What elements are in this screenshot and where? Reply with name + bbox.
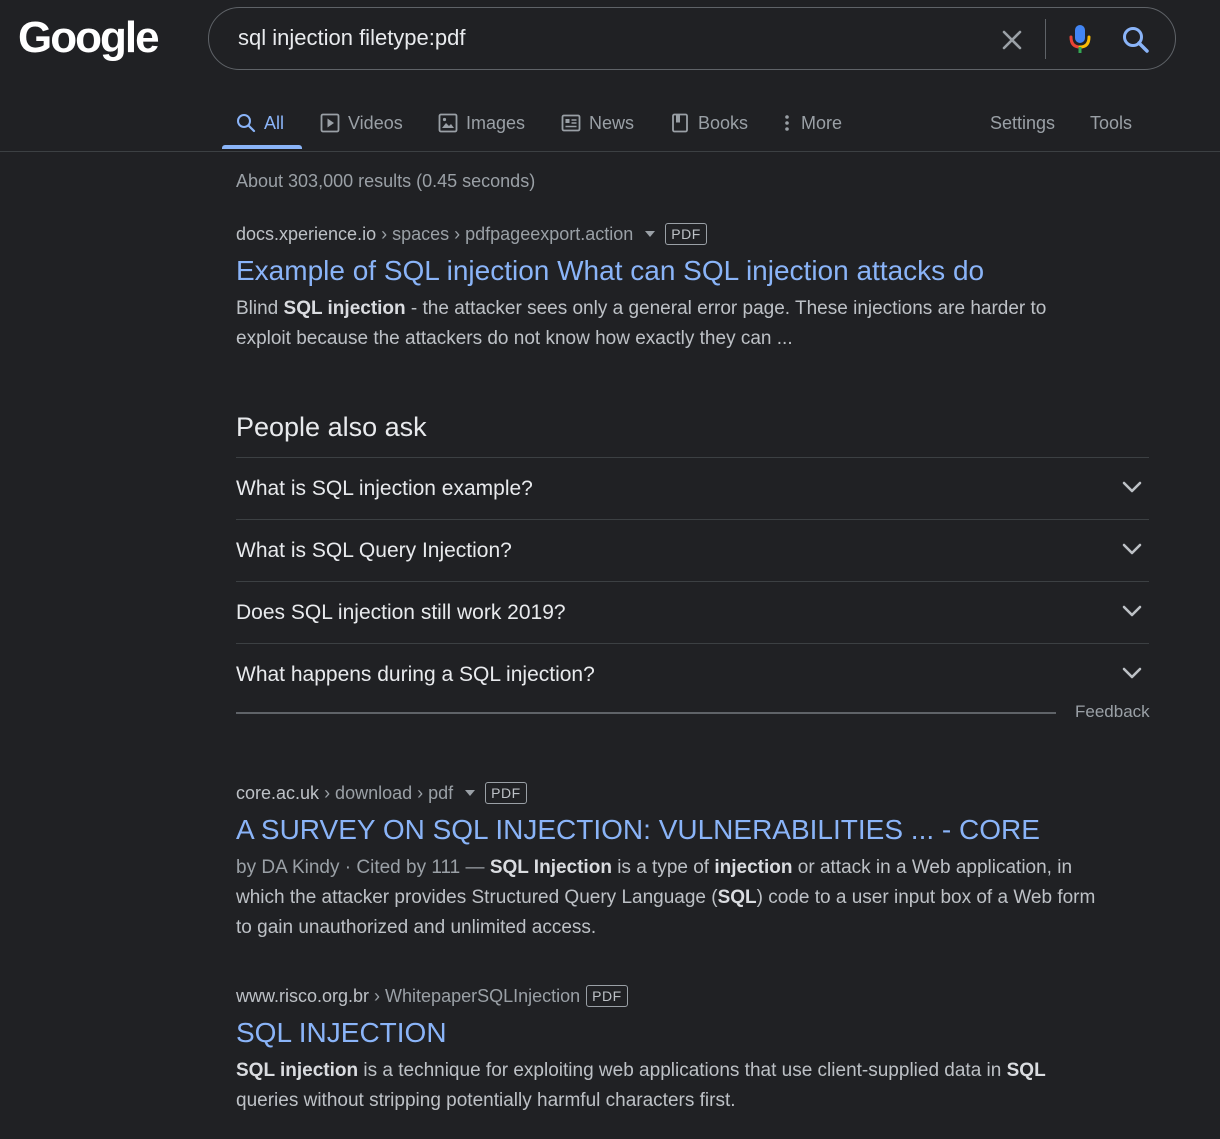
search-box[interactable]: sql injection filetype:pdf [208, 7, 1176, 70]
google-logo[interactable]: Google [18, 14, 160, 62]
play-icon [320, 113, 340, 133]
result-breadcrumb[interactable]: docs.xperience.io › spaces › pdfpageexpo… [236, 222, 1096, 246]
paa-question[interactable]: What is SQL injection example? [236, 457, 1149, 519]
result-title[interactable]: Example of SQL injection What can SQL in… [236, 254, 1096, 288]
settings-link[interactable]: Settings [990, 96, 1055, 150]
more-vert-icon [785, 115, 789, 131]
tab-books[interactable]: Books [670, 96, 748, 150]
tools-link[interactable]: Tools [1090, 96, 1132, 150]
tab-more[interactable]: More [781, 96, 842, 150]
pdf-badge: PDF [665, 223, 707, 245]
search-icon [237, 114, 256, 133]
search-tabs: All Videos Images News Books More Settin… [0, 96, 1220, 152]
result-snippet: Blind SQL injection - the attacker sees … [236, 298, 1047, 349]
search-input[interactable]: sql injection filetype:pdf [238, 25, 465, 51]
result-path: › download › pdf [324, 783, 454, 803]
result-path: › spaces › pdfpageexport.action [381, 224, 634, 244]
image-icon [438, 113, 458, 133]
close-icon[interactable] [997, 25, 1027, 55]
result-host: docs.xperience.io [236, 224, 377, 244]
chevron-down-icon [1122, 605, 1142, 617]
paa-question-text: What happens during a SQL injection? [236, 663, 595, 686]
result-title[interactable]: A SURVEY ON SQL INJECTION: VULNERABILITI… [236, 813, 1096, 847]
tab-videos[interactable]: Videos [320, 96, 403, 150]
result-meta: by DA Kindy · Cited by 111 — [236, 857, 490, 878]
result-host: core.ac.uk [236, 783, 320, 803]
result-host: www.risco.org.br [236, 986, 370, 1006]
paa-question[interactable]: What happens during a SQL injection? [236, 643, 1149, 705]
paa-question-text: Does SQL injection still work 2019? [236, 601, 566, 624]
pdf-badge: PDF [485, 782, 527, 804]
tab-label: All [264, 113, 285, 133]
result-path: › WhitepaperSQLInjection [374, 986, 581, 1006]
feedback-link[interactable]: Feedback [1075, 701, 1150, 723]
book-icon [672, 113, 688, 133]
result-snippet: SQL injection is a technique for exploit… [236, 1060, 1046, 1111]
search-result: www.risco.org.br › WhitepaperSQLInjectio… [236, 984, 1096, 1116]
paa-divider [236, 712, 1056, 714]
result-breadcrumb[interactable]: www.risco.org.br › WhitepaperSQLInjectio… [236, 984, 1096, 1008]
result-stats: About 303,000 results (0.45 seconds) [236, 171, 536, 191]
search-result: docs.xperience.io › spaces › pdfpageexpo… [236, 222, 1096, 354]
active-tab-indicator [222, 145, 302, 149]
mic-icon[interactable] [1065, 22, 1095, 56]
tab-label: Videos [348, 113, 403, 133]
tab-label: Images [466, 113, 526, 133]
people-also-ask-list: What is SQL injection example? What is S… [236, 457, 1149, 705]
chevron-down-icon [1122, 543, 1142, 555]
caret-down-icon[interactable] [645, 231, 656, 237]
tab-label: News [589, 113, 635, 133]
chevron-down-icon [1122, 667, 1142, 679]
tab-label: More [801, 113, 843, 133]
search-divider [1045, 19, 1046, 59]
news-icon [561, 114, 581, 132]
people-also-ask-heading: People also ask [236, 412, 427, 442]
search-icon[interactable] [1119, 23, 1153, 57]
settings-label: Settings [990, 113, 1056, 133]
caret-down-icon[interactable] [465, 790, 476, 796]
tab-images[interactable]: Images [438, 96, 525, 150]
paa-question-text: What is SQL injection example? [236, 477, 533, 500]
tab-all[interactable]: All [236, 96, 284, 150]
paa-question-text: What is SQL Query Injection? [236, 539, 512, 562]
tab-news[interactable]: News [561, 96, 634, 150]
result-breadcrumb[interactable]: core.ac.uk › download › pdf PDF [236, 781, 1096, 805]
tab-label: Books [698, 113, 749, 133]
tools-label: Tools [1090, 113, 1133, 133]
pdf-badge: PDF [586, 985, 628, 1007]
paa-question[interactable]: Does SQL injection still work 2019? [236, 581, 1149, 643]
result-snippet: by DA Kindy · Cited by 111 — SQL Injecti… [236, 853, 1096, 943]
result-title[interactable]: SQL INJECTION [236, 1016, 1096, 1050]
chevron-down-icon [1122, 481, 1142, 493]
paa-question[interactable]: What is SQL Query Injection? [236, 519, 1149, 581]
search-result: core.ac.uk › download › pdf PDF A SURVEY… [236, 781, 1096, 943]
